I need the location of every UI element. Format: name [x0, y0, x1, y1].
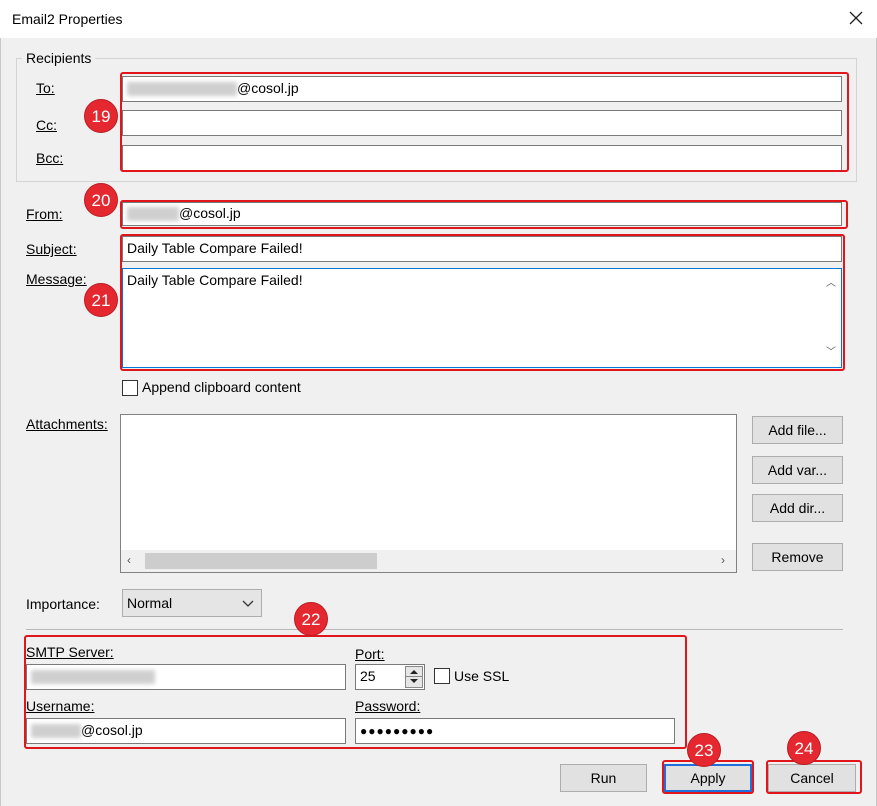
importance-select[interactable]: Normal	[122, 589, 262, 617]
annotation-box-smtp	[24, 635, 687, 749]
to-label: To:	[36, 80, 55, 96]
add-file-button[interactable]: Add file...	[752, 416, 843, 444]
remove-button[interactable]: Remove	[752, 543, 843, 571]
title-bar	[0, 0, 877, 38]
annotation-box-cancel	[766, 760, 862, 794]
importance-value: Normal	[127, 595, 173, 611]
scroll-left-icon[interactable]: ‹	[127, 553, 131, 567]
cc-label: Cc:	[36, 117, 57, 133]
recipients-group-label: Recipients	[22, 50, 96, 66]
importance-label: Importance:	[26, 596, 100, 612]
add-var-button[interactable]: Add var...	[752, 456, 843, 484]
add-dir-button[interactable]: Add dir...	[752, 494, 843, 522]
close-icon[interactable]	[846, 8, 866, 28]
append-clipboard-checkbox[interactable]	[122, 380, 138, 396]
annotation-box-from	[120, 200, 848, 229]
message-label: Message:	[26, 271, 87, 287]
scroll-right-icon[interactable]: ›	[721, 553, 725, 567]
annotation-badge-22: 22	[294, 602, 328, 636]
chevron-down-icon	[241, 596, 255, 613]
from-label: From:	[26, 206, 63, 222]
run-button[interactable]: Run	[560, 764, 647, 792]
annotation-badge-21: 21	[84, 283, 118, 317]
window-title: Email2 Properties	[12, 11, 123, 27]
annotation-box-recipients	[120, 72, 849, 172]
annotation-badge-19: 19	[84, 99, 118, 133]
subject-label: Subject:	[26, 241, 77, 257]
annotation-badge-23: 23	[687, 733, 721, 767]
attachments-label: Attachments:	[26, 416, 108, 432]
annotation-badge-24: 24	[787, 731, 821, 765]
annotation-badge-20: 20	[84, 183, 118, 217]
attachments-hscrollbar[interactable]: ‹ ›	[121, 550, 736, 572]
scrollbar-thumb[interactable]	[145, 553, 377, 569]
annotation-box-message	[120, 234, 845, 371]
append-clipboard-label: Append clipboard content	[142, 379, 301, 395]
bcc-label: Bcc:	[36, 150, 64, 166]
separator	[26, 629, 843, 630]
